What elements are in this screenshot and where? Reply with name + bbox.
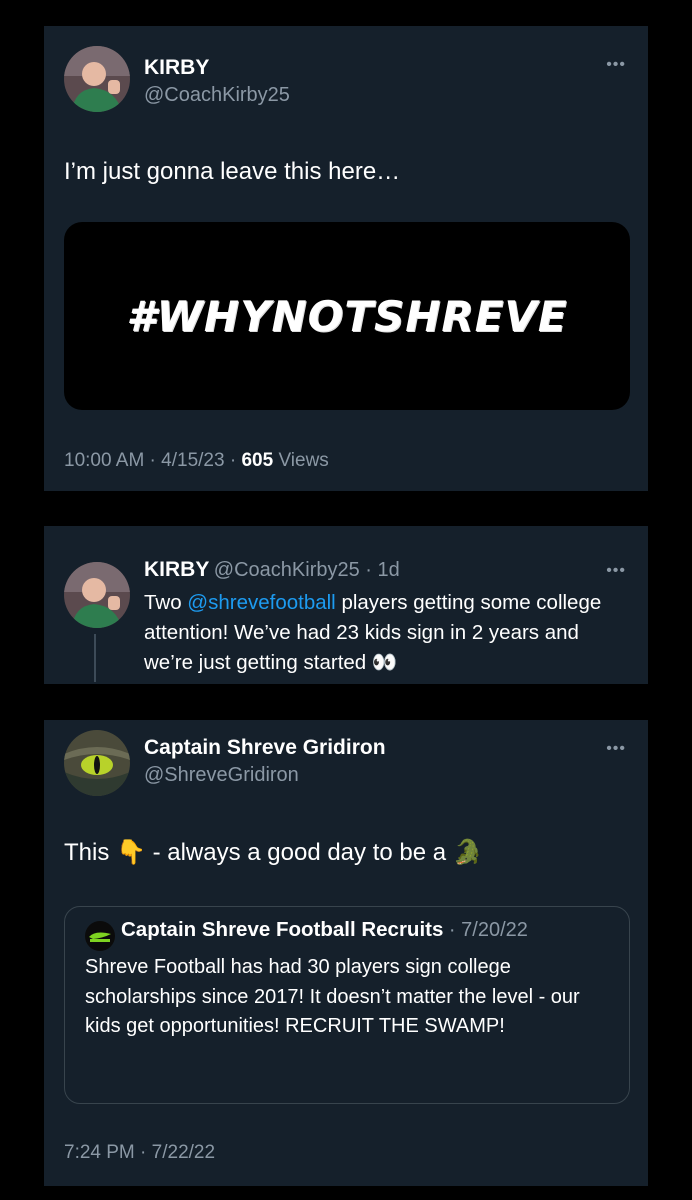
avatar-image [64,562,130,628]
author-handle[interactable]: @CoachKirby25 [144,84,290,107]
tweet-card-3[interactable]: Captain Shreve Gridiron @ShreveGridiron … [44,720,648,1186]
more-horizontal-icon[interactable]: ••• [606,740,626,758]
tweet-header: KIRBY @CoachKirby25 · 1d [144,558,400,581]
author-handle[interactable]: @ShreveGridiron [144,764,299,787]
tweet-date[interactable]: 7/22/22 [152,1142,215,1163]
tweet-media[interactable]: #WHYNOTSHREVE [64,222,630,410]
mention-link[interactable]: @shrevefootball [187,591,335,614]
tweet-time[interactable]: 10:00 AM [64,450,144,471]
tweet-card-2[interactable]: KIRBY @CoachKirby25 · 1d ••• Two @shreve… [44,526,648,684]
tweet-text: Two @shrevefootball players getting some… [144,591,602,674]
views-count: 605 [241,450,274,471]
avatar[interactable] [64,562,130,628]
thread-line [94,634,96,682]
avatar[interactable] [64,730,130,796]
tweet-text: I’m just gonna leave this here… [64,158,401,185]
quoted-text: Shreve Football has had 30 players sign … [85,956,580,1037]
gator-eye-avatar [64,730,130,796]
tweet-time[interactable]: 7:24 PM [64,1142,135,1163]
author-name[interactable]: KIRBY [144,558,209,581]
more-horizontal-icon[interactable]: ••• [606,56,626,74]
more-horizontal-icon[interactable]: ••• [606,562,626,580]
avatar-image [64,46,130,112]
tweet-age[interactable]: 1d [378,559,400,581]
quoted-tweet[interactable]: Captain Shreve Football Recruits · 7/20/… [64,906,630,1104]
tweet-date[interactable]: 4/15/23 [161,450,224,471]
quoted-header: Captain Shreve Football Recruits · 7/20/… [121,918,528,941]
avatar[interactable] [64,46,130,112]
tweet-meta: 10:00 AM · 4/15/23 · 605 Views [64,450,329,471]
views-label: Views [278,450,329,471]
author-handle[interactable]: @CoachKirby25 [214,559,360,581]
tweet-card-1[interactable]: KIRBY @CoachKirby25 ••• I’m just gonna l… [44,26,648,491]
tweet-meta: 7:24 PM · 7/22/22 [64,1142,216,1163]
media-text: #WHYNOTSHREVE [126,291,568,341]
author-name[interactable]: Captain Shreve Gridiron [144,736,386,760]
crocodile-icon: 🐊 [452,839,483,866]
author-name[interactable]: KIRBY [144,56,209,80]
logo-icon [85,921,115,951]
quoted-date[interactable]: 7/20/22 [461,919,528,941]
eyes-icon: 👀 [371,651,398,674]
tweet-text: This 👇 - always a good day to be a 🐊 [64,839,483,866]
point-down-icon: 👇 [116,839,146,866]
quoted-author-name[interactable]: Captain Shreve Football Recruits [121,918,443,941]
